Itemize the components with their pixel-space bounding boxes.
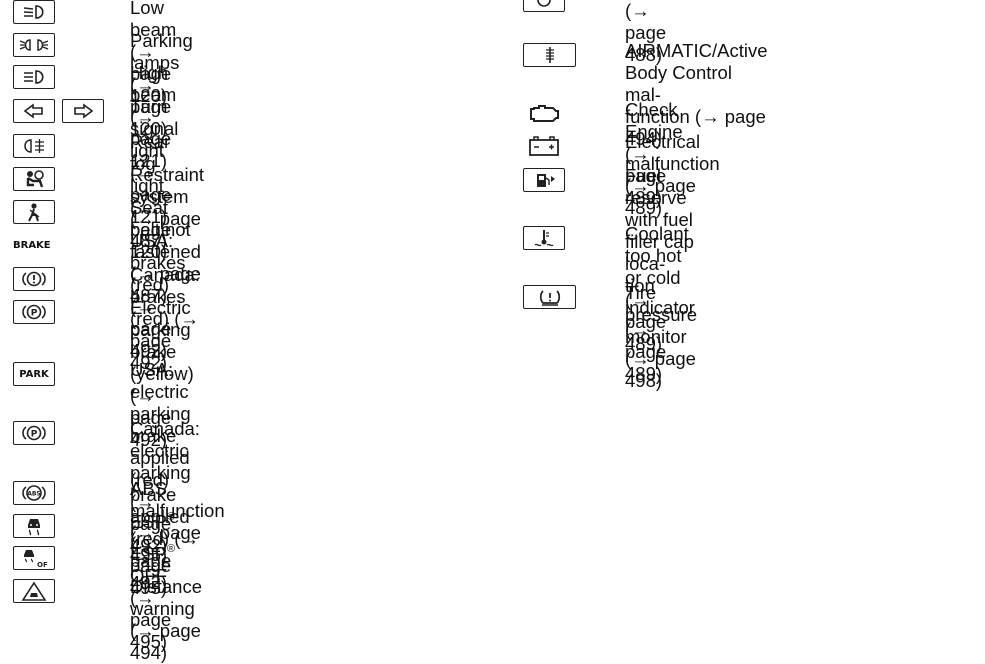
turn-signal-right-icon [62,99,104,123]
high-beam-icon [13,65,55,89]
brake-circle-icon [13,267,55,291]
brake-icon: BRAKE [13,233,55,257]
battery-icon [523,134,565,158]
turn-signal-left-icon [13,99,55,123]
check-engine-icon [523,102,565,126]
restraint-system-icon [13,167,55,191]
svg-text:OFF: OFF [37,561,48,568]
parking-brake-icon: P [13,421,55,445]
tire-pressure-icon [523,285,576,309]
esp-icon [13,514,55,538]
brake-icon-text: BRAKE [13,239,51,251]
fuel-reserve-icon [523,168,565,192]
svg-text:ABS: ABS [27,491,41,498]
park-icon-text: PARK [19,368,49,380]
item-label: Distance warning (→ page 494) [130,576,202,663]
abs-icon: ABS [13,481,55,505]
seat-belt-icon [13,200,55,224]
airmatic-icon [523,43,576,67]
coolant-icon [523,226,565,250]
park-icon: PARK [13,362,55,386]
parking-lamps-icon [13,33,55,57]
parking-brake-icon: P [13,300,55,324]
partial-icon [523,0,565,12]
item-label: Tire pressure monitor (→ page 498) [625,282,697,391]
svg-text:P: P [31,309,38,319]
esp-off-icon: OFF [13,546,55,570]
distance-warning-icon [13,579,55,603]
svg-text:P: P [31,430,38,440]
low-beam-icon [13,0,55,24]
rear-fog-light-icon [13,134,55,158]
